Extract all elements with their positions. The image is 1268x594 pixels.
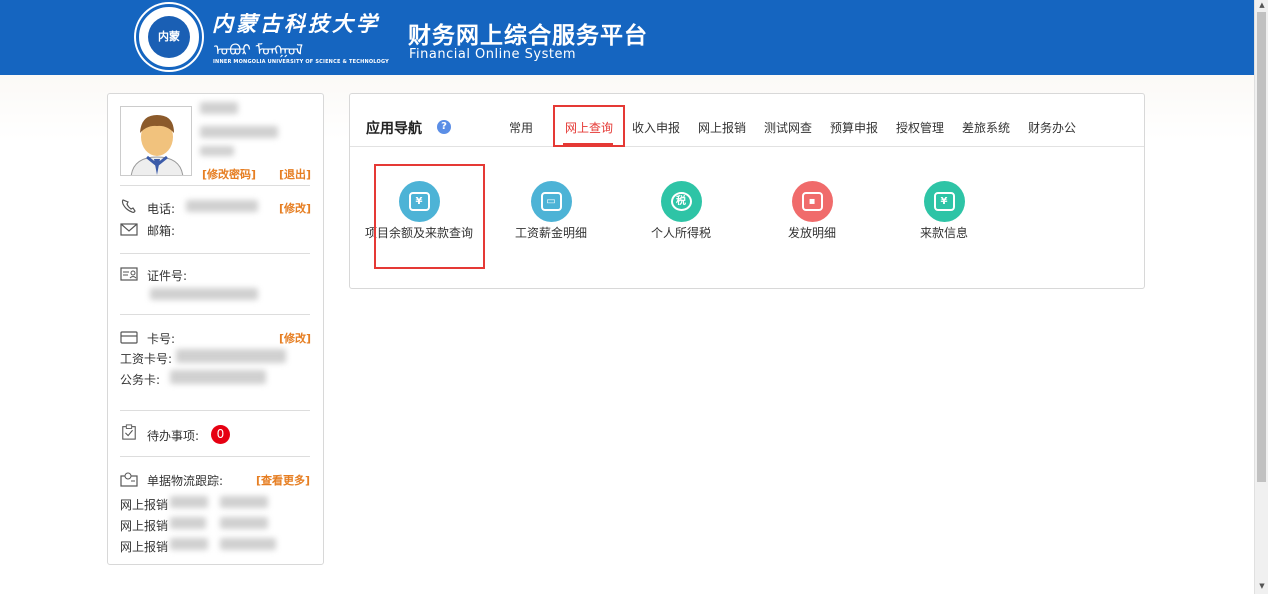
todo-count-badge[interactable]: 0 [211, 425, 230, 444]
system-subtitle: Financial Online System [409, 47, 577, 62]
app-nav-card: 应用导航 ? 常用 网上查询 收入申报 网上报销 测试网查 预算申报 授权管理 … [349, 93, 1145, 289]
app-label: 来款信息 [919, 226, 968, 240]
top-header: 内蒙 内蒙古科技大学 ᠣᠪᠦᠷ ᠮᠣᠩᠭᠣᠯ INNER MONGOLIA UN… [0, 0, 1254, 75]
scroll-down-icon[interactable]: ▼ [1257, 582, 1267, 590]
app-incoming-funds[interactable]: ¥ 来款信息 [884, 181, 1004, 241]
app-label: 个人所得税 [650, 226, 711, 240]
app-salary-detail[interactable]: ▭ 工资薪金明细 [491, 181, 611, 241]
university-logo: 内蒙 [136, 4, 202, 70]
tracking-item[interactable]: 网上报销 [120, 538, 168, 555]
yuan-shield-icon: ¥ [923, 181, 965, 222]
tab-budget-declare[interactable]: 预算申报 [830, 119, 878, 136]
tracking-item-blurred [220, 538, 276, 550]
id-card-icon [120, 267, 138, 281]
tracking-more-link[interactable]: [查看更多] [256, 472, 310, 488]
salary-card-label: 工资卡号: [120, 352, 173, 366]
scrollbar-thumb[interactable] [1257, 12, 1266, 482]
phone-icon [121, 199, 136, 213]
university-name-mongol: ᠣᠪᠦᠷ ᠮᠣᠩᠭᠣᠯ [214, 41, 304, 59]
tracking-item[interactable]: 网上报销 [120, 517, 168, 534]
university-name-en: INNER MONGOLIA UNIVERSITY OF SCIENCE & T… [213, 59, 389, 65]
profile-card: [修改密码] [退出] 电话: [修改] 邮箱: 证件号: 卡号: [修改] 工… [107, 93, 324, 565]
user-dept-blurred [200, 126, 278, 138]
help-icon[interactable]: ? [437, 120, 451, 134]
tab-test-query[interactable]: 测试网查 [764, 119, 812, 136]
phone-edit-link[interactable]: [修改] [279, 200, 311, 216]
divider [120, 185, 310, 186]
phone-label: 电话: [147, 202, 176, 216]
tracking-item-blurred [170, 538, 208, 550]
tab-online-reimburse[interactable]: 网上报销 [698, 119, 746, 136]
page-scrollbar[interactable]: ▲ ▼ [1254, 0, 1268, 594]
system-title: 财务网上综合服务平台 [408, 23, 648, 49]
tracking-item-blurred [170, 496, 208, 508]
tracking-item-blurred [170, 517, 206, 529]
app-nav-header: 应用导航 ? 常用 网上查询 收入申报 网上报销 测试网查 预算申报 授权管理 … [350, 94, 1144, 147]
app-payment-detail[interactable]: ▪ 发放明细 [752, 181, 872, 241]
id-value-blurred [150, 288, 258, 300]
tab-income-declare[interactable]: 收入申报 [632, 119, 680, 136]
phone-value-blurred [186, 200, 258, 212]
tracking-item[interactable]: 网上报销 [120, 496, 168, 513]
salary-card-blurred [176, 349, 286, 363]
clipboard-check-icon [122, 424, 136, 440]
email-label: 邮箱: [147, 224, 176, 238]
tab-common[interactable]: 常用 [509, 119, 533, 136]
user-avatar-icon [130, 115, 184, 175]
avatar [120, 106, 192, 176]
logo-emblem: 内蒙 [148, 16, 190, 58]
tracking-icon [120, 472, 138, 487]
tracking-label: 单据物流跟踪: [147, 474, 224, 488]
mail-icon [120, 223, 138, 236]
user-role-blurred [200, 146, 234, 156]
id-label: 证件号: [147, 269, 188, 283]
tax-search-icon: 税 [660, 181, 702, 222]
tracking-item-blurred [220, 496, 268, 508]
app-label: 发放明细 [787, 226, 836, 240]
salary-box-icon: ▭ [530, 181, 572, 222]
wallet-icon: ▪ [791, 181, 833, 222]
divider [120, 253, 310, 254]
change-password-link[interactable]: [修改密码] [202, 166, 256, 182]
divider [120, 456, 310, 457]
divider [120, 410, 310, 411]
user-name-blurred [200, 102, 238, 114]
todo-label: 待办事项: [147, 429, 200, 443]
active-tab-highlight-box [553, 105, 625, 147]
bank-card-icon [120, 331, 138, 344]
selected-app-highlight-box [374, 164, 485, 269]
tab-finance-office[interactable]: 财务办公 [1028, 119, 1076, 136]
official-card-label: 公务卡: [120, 373, 161, 387]
card-edit-link[interactable]: [修改] [279, 330, 311, 346]
divider [120, 314, 310, 315]
scroll-up-icon[interactable]: ▲ [1257, 1, 1267, 9]
official-card-blurred [170, 370, 266, 384]
app-label: 工资薪金明细 [514, 226, 587, 240]
tab-travel-system[interactable]: 差旅系统 [962, 119, 1010, 136]
app-nav-title: 应用导航 [366, 121, 422, 137]
tracking-item-blurred [220, 517, 268, 529]
app-income-tax[interactable]: 税 个人所得税 [621, 181, 741, 241]
logout-link[interactable]: [退出] [279, 166, 311, 182]
card-label: 卡号: [147, 332, 176, 346]
tab-authorization[interactable]: 授权管理 [896, 119, 944, 136]
